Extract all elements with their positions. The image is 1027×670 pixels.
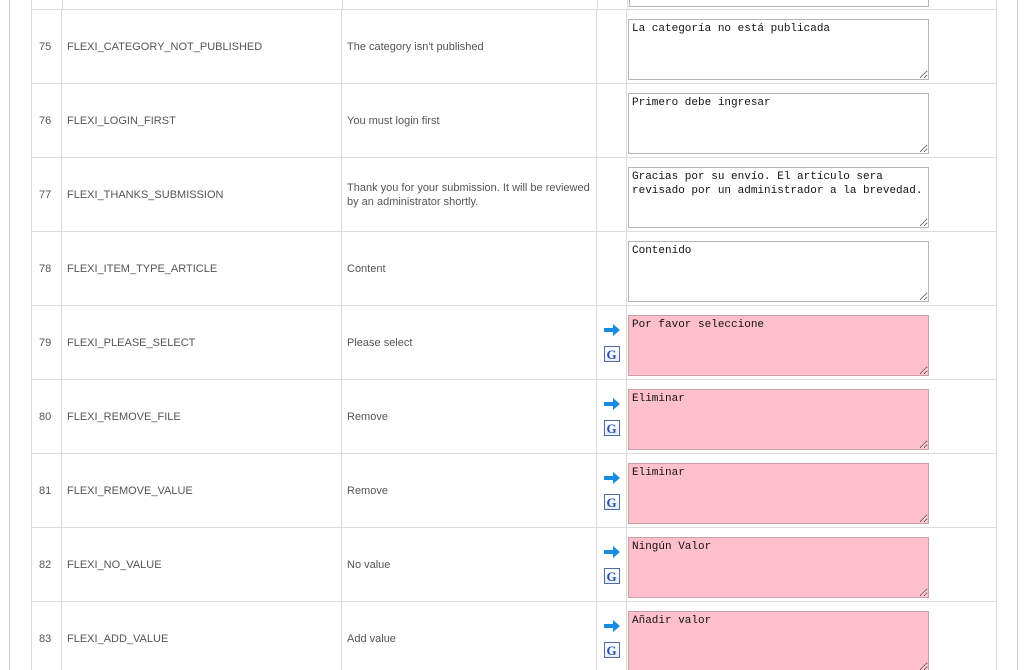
translation-cell bbox=[628, 84, 995, 157]
translation-textarea[interactable] bbox=[628, 19, 929, 80]
arrow-right-icon[interactable] bbox=[603, 619, 621, 633]
table-row: 80 FLEXI_REMOVE_FILE Remove G bbox=[32, 380, 996, 454]
row-number: 77 bbox=[32, 158, 62, 231]
translation-cell bbox=[628, 10, 995, 83]
language-key: FLEXI_LOGIN_FIRST bbox=[62, 84, 342, 157]
original-text: Content bbox=[342, 232, 597, 305]
table-row: 77 FLEXI_THANKS_SUBMISSION Thank you for… bbox=[32, 158, 996, 232]
row-tools bbox=[597, 84, 627, 157]
translation-cell bbox=[628, 380, 995, 453]
row-number: 82 bbox=[32, 528, 62, 601]
table-row: 83 FLEXI_ADD_VALUE Add value G bbox=[32, 602, 996, 670]
translation-cell bbox=[628, 306, 995, 379]
row-tools bbox=[597, 232, 627, 305]
google-translate-icon[interactable]: G bbox=[603, 494, 620, 510]
translation-table: 75 FLEXI_CATEGORY_NOT_PUBLISHED The cate… bbox=[31, 0, 997, 670]
row-number: 75 bbox=[32, 10, 62, 83]
translation-cell bbox=[628, 232, 995, 305]
table-row: 75 FLEXI_CATEGORY_NOT_PUBLISHED The cate… bbox=[32, 10, 996, 84]
page-border-right bbox=[1017, 0, 1018, 670]
row-number: 79 bbox=[32, 306, 62, 379]
table-row: 81 FLEXI_REMOVE_VALUE Remove G bbox=[32, 454, 996, 528]
google-translate-icon[interactable]: G bbox=[603, 642, 620, 658]
translation-cell bbox=[628, 454, 995, 527]
row-tools: G bbox=[597, 380, 627, 453]
row-tools bbox=[597, 158, 627, 231]
row-tools: G bbox=[597, 306, 627, 379]
original-text: The category isn't published bbox=[342, 10, 597, 83]
language-key: FLEXI_ADD_VALUE bbox=[62, 602, 342, 670]
row-tools: G bbox=[597, 602, 627, 670]
table-row: 82 FLEXI_NO_VALUE No value G bbox=[32, 528, 996, 602]
language-key: FLEXI_NO_VALUE bbox=[62, 528, 342, 601]
language-key: FLEXI_THANKS_SUBMISSION bbox=[62, 158, 342, 231]
row-number: 78 bbox=[32, 232, 62, 305]
row-number: 81 bbox=[32, 454, 62, 527]
original-text: You must login first bbox=[342, 84, 597, 157]
translation-textarea[interactable] bbox=[628, 537, 929, 598]
row-number: 83 bbox=[32, 602, 62, 670]
language-key: FLEXI_ITEM_TYPE_ARTICLE bbox=[62, 232, 342, 305]
arrow-right-icon[interactable] bbox=[603, 323, 621, 337]
translation-textarea[interactable] bbox=[628, 389, 929, 450]
google-translate-icon[interactable]: G bbox=[603, 568, 620, 584]
translation-textarea[interactable] bbox=[628, 167, 929, 228]
translation-textarea[interactable] bbox=[628, 93, 929, 154]
google-translate-icon[interactable]: G bbox=[603, 346, 620, 362]
translation-textarea[interactable] bbox=[628, 463, 929, 524]
translation-cell bbox=[628, 158, 995, 231]
translation-textarea-partial[interactable] bbox=[629, 0, 929, 7]
google-translate-icon[interactable]: G bbox=[603, 420, 620, 436]
original-text: Thank you for your submission. It will b… bbox=[342, 158, 597, 231]
translation-textarea[interactable] bbox=[628, 241, 929, 302]
original-text: Remove bbox=[342, 454, 597, 527]
arrow-right-icon[interactable] bbox=[603, 397, 621, 411]
translation-cell bbox=[628, 602, 995, 670]
language-key: FLEXI_REMOVE_VALUE bbox=[62, 454, 342, 527]
row-tools: G bbox=[597, 454, 627, 527]
table-body: 75 FLEXI_CATEGORY_NOT_PUBLISHED The cate… bbox=[32, 10, 996, 670]
translation-cell bbox=[628, 528, 995, 601]
page-border-left bbox=[9, 0, 10, 670]
table-row: 78 FLEXI_ITEM_TYPE_ARTICLE Content bbox=[32, 232, 996, 306]
language-key: FLEXI_REMOVE_FILE bbox=[62, 380, 342, 453]
row-tools: G bbox=[597, 528, 627, 601]
original-text: No value bbox=[342, 528, 597, 601]
language-key: FLEXI_PLEASE_SELECT bbox=[62, 306, 342, 379]
row-tools bbox=[597, 10, 627, 83]
original-text: Remove bbox=[342, 380, 597, 453]
arrow-right-icon[interactable] bbox=[603, 471, 621, 485]
original-text: Add value bbox=[342, 602, 597, 670]
table-row: 76 FLEXI_LOGIN_FIRST You must login firs… bbox=[32, 84, 996, 158]
translation-textarea[interactable] bbox=[628, 315, 929, 376]
original-text: Please select bbox=[342, 306, 597, 379]
row-number: 76 bbox=[32, 84, 62, 157]
arrow-right-icon[interactable] bbox=[603, 545, 621, 559]
translation-textarea[interactable] bbox=[628, 611, 929, 670]
table-row: 79 FLEXI_PLEASE_SELECT Please select G bbox=[32, 306, 996, 380]
row-number: 80 bbox=[32, 380, 62, 453]
language-key: FLEXI_CATEGORY_NOT_PUBLISHED bbox=[62, 10, 342, 83]
table-row-partial bbox=[32, 0, 996, 10]
